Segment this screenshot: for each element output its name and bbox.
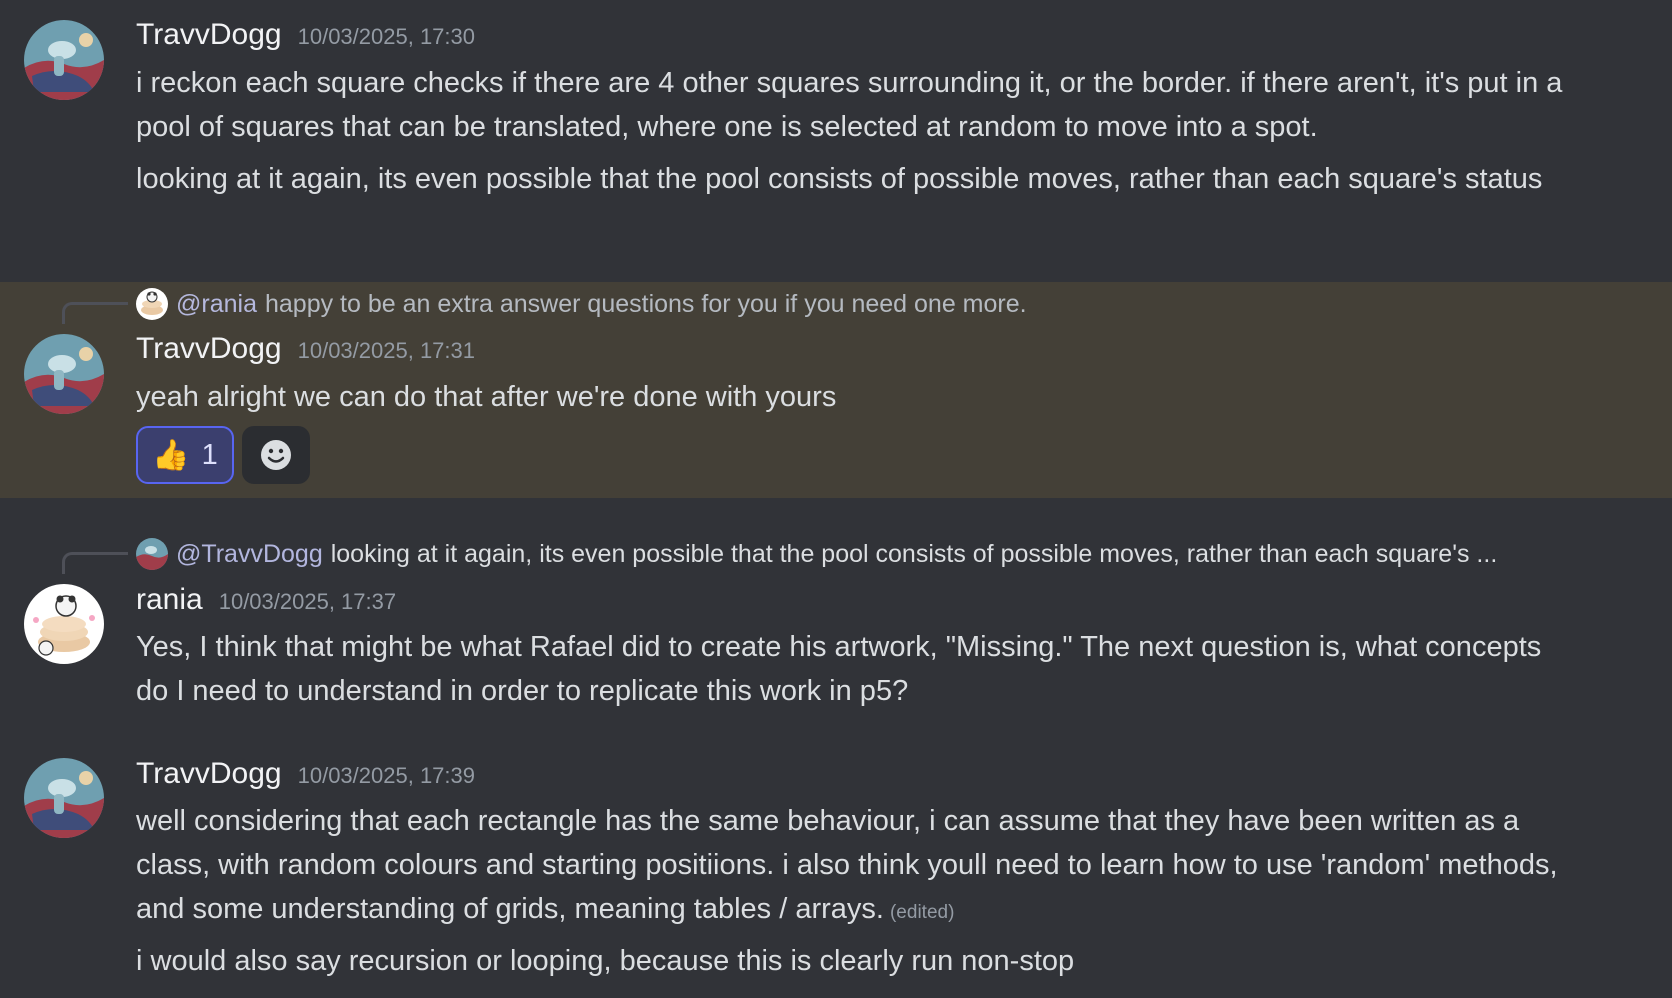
reply-preview[interactable]: @rania happy to be an extra answer quest…	[136, 287, 1027, 321]
thumbs-up-icon: 👍	[152, 438, 190, 472]
reply-preview-text: looking at it again, its even possible t…	[330, 539, 1498, 568]
reaction-thumbs-up[interactable]: 👍 1	[136, 426, 234, 484]
message-text: Yes, I think that might be what Rafael d…	[136, 631, 1542, 707]
message-header: TravvDogg 10/03/2025, 17:31	[136, 332, 475, 372]
author-name[interactable]: TravvDogg	[136, 18, 282, 52]
message-text: looking at it again, its even possible t…	[136, 163, 1543, 195]
reply-preview[interactable]: @TravvDogg looking at it again, its even…	[136, 537, 1497, 571]
reply-mention[interactable]: @rania	[176, 290, 257, 319]
user-avatar-travvdogg[interactable]	[24, 20, 104, 100]
message-text: yeah alright we can do that after we're …	[136, 381, 837, 413]
message-header: TravvDogg 10/03/2025, 17:30	[136, 18, 475, 58]
message-header: rania 10/03/2025, 17:37	[136, 583, 396, 623]
reaction-count: 1	[201, 438, 218, 471]
reply-mention[interactable]: @TravvDogg	[176, 540, 323, 569]
user-avatar-rania[interactable]	[24, 584, 104, 664]
message-timestamp[interactable]: 10/03/2025, 17:31	[298, 338, 475, 364]
edited-label: (edited)	[889, 902, 955, 923]
author-name[interactable]: TravvDogg	[136, 757, 282, 791]
message-header: TravvDogg 10/03/2025, 17:39	[136, 757, 475, 797]
message-text: i would also say recursion or looping, b…	[136, 945, 1075, 977]
author-name[interactable]: rania	[136, 583, 203, 617]
smiley-face-icon	[261, 440, 291, 470]
message-text-content: well considering that each rectangle has…	[136, 805, 1558, 925]
message-text: well considering that each rectangle has…	[136, 799, 1576, 935]
reply-preview-text: happy to be an extra answer questions fo…	[264, 289, 1027, 318]
message-timestamp[interactable]: 10/03/2025, 17:30	[298, 24, 475, 50]
add-reaction-button[interactable]	[242, 426, 310, 484]
author-name[interactable]: TravvDogg	[136, 332, 282, 366]
message-timestamp[interactable]: 10/03/2025, 17:37	[219, 589, 396, 615]
message-timestamp[interactable]: 10/03/2025, 17:39	[298, 763, 475, 789]
reply-spine	[62, 302, 128, 324]
chat-messages: TravvDogg 10/03/2025, 17:30 i reckon eac…	[0, 0, 1672, 998]
reply-avatar-travvdogg	[136, 538, 168, 570]
reply-avatar-rania	[136, 288, 168, 320]
message-text: i reckon each square checks if there are…	[136, 67, 1563, 143]
user-avatar-travvdogg[interactable]	[24, 758, 104, 838]
reactions-bar: 👍 1	[136, 426, 310, 484]
reply-spine	[62, 552, 128, 574]
user-avatar-travvdogg[interactable]	[24, 334, 104, 414]
